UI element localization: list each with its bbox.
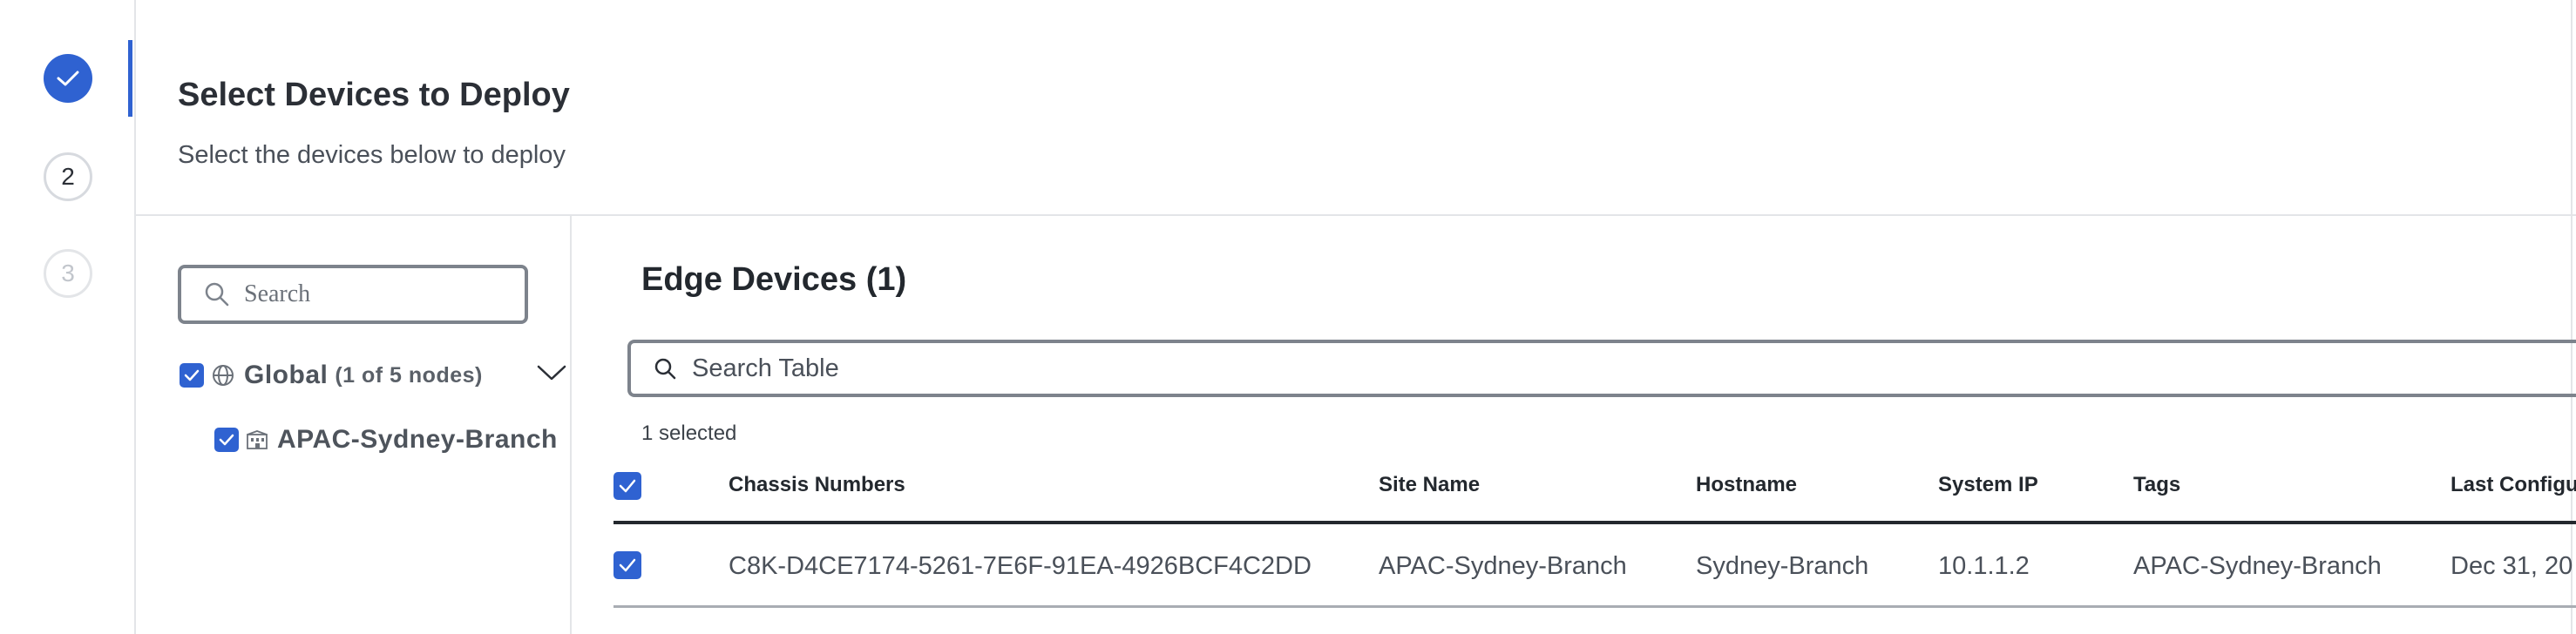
page-title: Select Devices to Deploy <box>178 77 570 113</box>
table-search-placeholder: Search Table <box>692 354 839 382</box>
building-icon <box>246 429 268 450</box>
branch-checkbox[interactable] <box>214 428 239 452</box>
cell-tags: APAC-Sydney-Branch <box>2133 552 2382 580</box>
check-icon <box>619 558 636 572</box>
header-divider <box>136 214 2576 216</box>
tree-search-placeholder: Search <box>244 280 311 307</box>
table-row-rule <box>613 605 2576 608</box>
table-title: Edge Devices (1) <box>641 261 907 298</box>
column-header-tags[interactable]: Tags <box>2133 473 2180 497</box>
chevron-down-icon[interactable] <box>537 364 566 386</box>
cell-chassis-number: C8K-D4CE7174-5261-7E6F-91EA-4926BCF4C2DD <box>729 552 1312 580</box>
check-icon <box>619 479 636 493</box>
step-3-label: 3 <box>61 260 75 287</box>
column-header-site-name[interactable]: Site Name <box>1379 473 1480 497</box>
globe-icon <box>211 363 235 388</box>
cell-last-configured: Dec 31, 20 <box>2451 552 2573 580</box>
page-subtitle: Select the devices below to deploy <box>178 141 566 169</box>
panel-divider <box>570 216 572 634</box>
step-2-current[interactable]: 2 <box>44 152 92 201</box>
cell-hostname: Sydney-Branch <box>1696 552 1869 580</box>
step-2-label: 2 <box>61 163 75 190</box>
column-header-system-ip[interactable]: System IP <box>1938 473 2038 497</box>
tree-node-global[interactable]: Global (1 of 5 nodes) <box>180 361 483 390</box>
tree-search-input[interactable]: Search <box>178 265 528 324</box>
column-header-last-configured[interactable]: Last Configu <box>2451 473 2576 497</box>
check-icon <box>57 71 79 86</box>
row-checkbox[interactable] <box>613 551 641 579</box>
cell-system-ip: 10.1.1.2 <box>1938 552 2030 580</box>
selected-count: 1 selected <box>641 422 737 445</box>
global-label: Global <box>244 361 329 389</box>
column-header-chassis-numbers[interactable]: Chassis Numbers <box>729 473 905 497</box>
branch-label: APAC-Sydney-Branch <box>277 425 558 454</box>
search-icon <box>654 358 676 380</box>
global-checkbox[interactable] <box>180 363 204 388</box>
column-header-hostname[interactable]: Hostname <box>1696 473 1797 497</box>
global-node-count: (1 of 5 nodes) <box>335 362 483 388</box>
cell-site-name: APAC-Sydney-Branch <box>1379 552 1627 580</box>
select-all-checkbox[interactable] <box>613 472 641 500</box>
step-3-upcoming[interactable]: 3 <box>44 249 92 298</box>
content-edge <box>2571 0 2573 634</box>
check-icon <box>219 434 234 446</box>
step-rail: 2 3 <box>0 0 136 634</box>
active-step-indicator <box>128 40 132 117</box>
tree-node-apac-sydney-branch[interactable]: APAC-Sydney-Branch <box>214 425 558 455</box>
step-1-completed[interactable] <box>44 54 92 103</box>
search-icon <box>205 282 229 307</box>
table-search-input[interactable]: Search Table <box>627 340 2576 397</box>
table-header-rule <box>613 521 2576 524</box>
check-icon <box>184 369 200 381</box>
